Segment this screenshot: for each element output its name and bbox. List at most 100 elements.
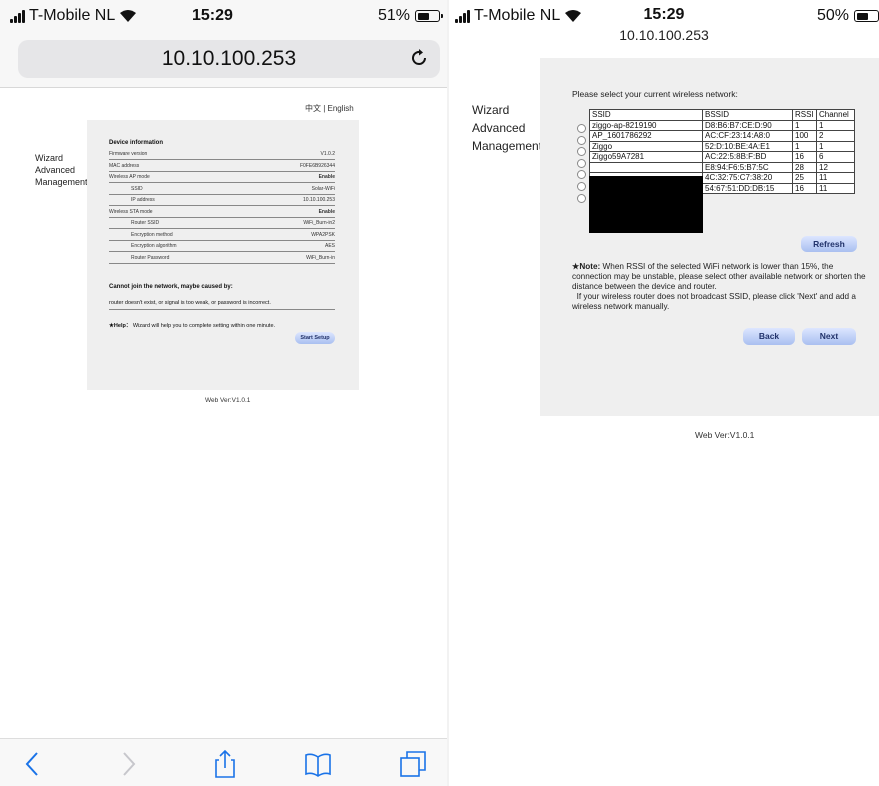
reload-icon[interactable] xyxy=(408,47,430,69)
network-radio[interactable] xyxy=(577,182,586,191)
wifi-icon xyxy=(120,10,137,22)
nav-wizard[interactable]: Wizard xyxy=(35,152,88,164)
back-arrow-icon[interactable] xyxy=(18,749,48,779)
network-cell: 52:D:10:BE:4A:E1 xyxy=(702,140,793,152)
network-cell: 6 xyxy=(816,151,855,163)
device-info-key: Firmware version xyxy=(109,151,148,157)
device-info-row: Encryption method WPA2PSK xyxy=(109,230,335,241)
network-radio[interactable] xyxy=(577,124,586,133)
network-cell: D8:B6:B7:CE:D:90 xyxy=(702,119,793,131)
bookmarks-icon[interactable] xyxy=(303,749,333,779)
device-info-value: Enable xyxy=(318,174,335,180)
device-info-key: Wireless AP mode xyxy=(109,174,150,180)
network-row[interactable]: Ziggo59A7281 AC:22:5:8B:F:BD 16 6 xyxy=(589,151,855,163)
network-radio[interactable] xyxy=(577,193,586,203)
device-info-key: Encryption algorithm xyxy=(131,243,177,249)
battery-percent: 51% xyxy=(378,7,411,24)
network-row[interactable]: ziggo-ap-8219190 D8:B6:B7:CE:D:90 1 1 xyxy=(589,119,855,131)
status-time-right: 15:29 xyxy=(643,6,685,23)
network-cell: 2 xyxy=(816,130,855,142)
device-info-row: SSID Solar-WiFi xyxy=(109,184,335,195)
language-switch[interactable]: 中文 | English xyxy=(305,103,354,114)
device-info-value: F0FE6B926344 xyxy=(299,162,335,169)
device-info-key: Router SSID xyxy=(131,220,160,226)
right-nav: Wizard Advanced Management xyxy=(472,101,542,155)
network-cell: 12 xyxy=(816,161,855,173)
device-info-key: Router Password xyxy=(131,254,170,261)
left-screenshot: T-Mobile NL 15:29 51% 10.10.100.253 中文 |… xyxy=(0,0,447,786)
refresh-button[interactable]: Refresh xyxy=(801,236,857,252)
next-button[interactable]: Next xyxy=(802,328,856,345)
column-header: RSSI xyxy=(792,109,817,121)
web-version: Web Ver:V1.0.1 xyxy=(205,397,251,404)
device-info-value: WiFi_Burn-in xyxy=(306,254,335,261)
compact-address[interactable]: 10.10.100.253 xyxy=(449,27,879,43)
help-text: Wizard will help you to complete setting… xyxy=(132,323,276,329)
network-cell: 100 xyxy=(792,130,817,142)
share-icon[interactable] xyxy=(210,749,240,779)
device-info-key: MAC address xyxy=(109,162,140,169)
device-info-value: Solar-WiFi xyxy=(311,185,335,192)
network-cell: 1 xyxy=(792,119,817,131)
forward-arrow-icon[interactable] xyxy=(113,749,143,779)
network-cell: 4C:32:75:C7:38:20 xyxy=(702,172,793,184)
help-line: ★Help： Wizard will help you to complete … xyxy=(109,321,275,329)
device-info-title: Device information xyxy=(109,140,164,146)
device-info-row: Wireless STA mode Enable xyxy=(109,207,335,218)
network-row[interactable]: AP_1601786292 AC:CF:23:14:A8:0 100 2 xyxy=(589,130,855,142)
network-row[interactable]: Ziggo 52:D:10:BE:4A:E1 1 1 xyxy=(589,140,855,152)
network-cell: 25 xyxy=(792,172,817,184)
network-cell: 16 xyxy=(792,151,817,163)
network-radio[interactable] xyxy=(577,158,586,168)
start-setup-button[interactable]: Start Setup xyxy=(295,332,335,344)
column-header: SSID xyxy=(589,109,703,121)
nav-management[interactable]: Management xyxy=(35,176,88,188)
web-version: Web Ver:V1.0.1 xyxy=(695,430,755,440)
help-label: ★Help： xyxy=(109,323,132,329)
network-cell: 11 xyxy=(816,172,855,184)
network-cell: Ziggo59A7281 xyxy=(589,151,703,163)
network-radio[interactable] xyxy=(577,135,586,145)
network-cell: 11 xyxy=(816,182,855,194)
device-info-value: WiFi_Burn-in2 xyxy=(303,220,335,226)
network-cell: 28 xyxy=(792,161,817,173)
address-bar-url: 10.10.100.253 xyxy=(161,47,297,70)
back-button[interactable]: Back xyxy=(743,328,795,345)
device-info-value: Enable xyxy=(318,208,335,215)
device-info-row: MAC address F0FE6B926344 xyxy=(109,161,335,172)
note-label: ★Note: xyxy=(572,262,601,271)
device-info-value: AES xyxy=(324,243,335,249)
right-screenshot: T-Mobile NL 50% 15:29 10.10.100.253 Wiza… xyxy=(449,0,879,786)
network-cell: 16 xyxy=(792,182,817,194)
network-cell: 1 xyxy=(816,140,855,152)
signal-icon xyxy=(10,9,25,23)
network-row[interactable]: E8:94:F6:5:B7:5C 28 12 xyxy=(589,161,855,173)
left-nav: Wizard Advanced Management xyxy=(35,152,88,188)
network-cell: ziggo-ap-8219190 xyxy=(589,119,703,131)
network-cell xyxy=(589,161,703,173)
status-bar: T-Mobile NL 15:29 51% xyxy=(0,0,447,34)
nav-advanced[interactable]: Advanced xyxy=(472,119,542,137)
address-bar[interactable]: 10.10.100.253 xyxy=(18,40,440,78)
device-info-row: Firmware version V1.0.2 xyxy=(109,149,335,160)
device-info-key: SSID xyxy=(131,185,143,192)
device-info-row: Wireless AP mode Enable xyxy=(109,172,335,183)
device-info-value: WPA2PSK xyxy=(311,231,335,238)
nav-wizard[interactable]: Wizard xyxy=(472,101,542,119)
device-info-row: Router SSID WiFi_Burn-in2 xyxy=(109,218,335,229)
device-info-row: Router Password WiFi_Burn-in xyxy=(109,253,335,264)
network-cell: AP_1601786292 xyxy=(589,130,703,142)
device-info-card: Device information Firmware version V1.0.… xyxy=(87,120,359,390)
nav-advanced[interactable]: Advanced xyxy=(35,164,88,176)
status-time: 15:29 xyxy=(192,7,233,24)
nav-management[interactable]: Management xyxy=(472,137,542,155)
device-info-key: IP address xyxy=(131,197,155,203)
note-text: When RSSI of the selected WiFi network i… xyxy=(572,262,866,291)
carrier-label: T-Mobile NL xyxy=(29,7,116,24)
device-info-value: 10.10.100.253 xyxy=(303,197,335,203)
redacted-ssids xyxy=(589,176,703,233)
device-info-row: Encryption algorithm AES xyxy=(109,241,335,252)
network-cell: AC:CF:23:14:A8:0 xyxy=(702,130,793,142)
device-info-value: V1.0.2 xyxy=(320,151,335,157)
tabs-icon[interactable] xyxy=(398,749,428,779)
